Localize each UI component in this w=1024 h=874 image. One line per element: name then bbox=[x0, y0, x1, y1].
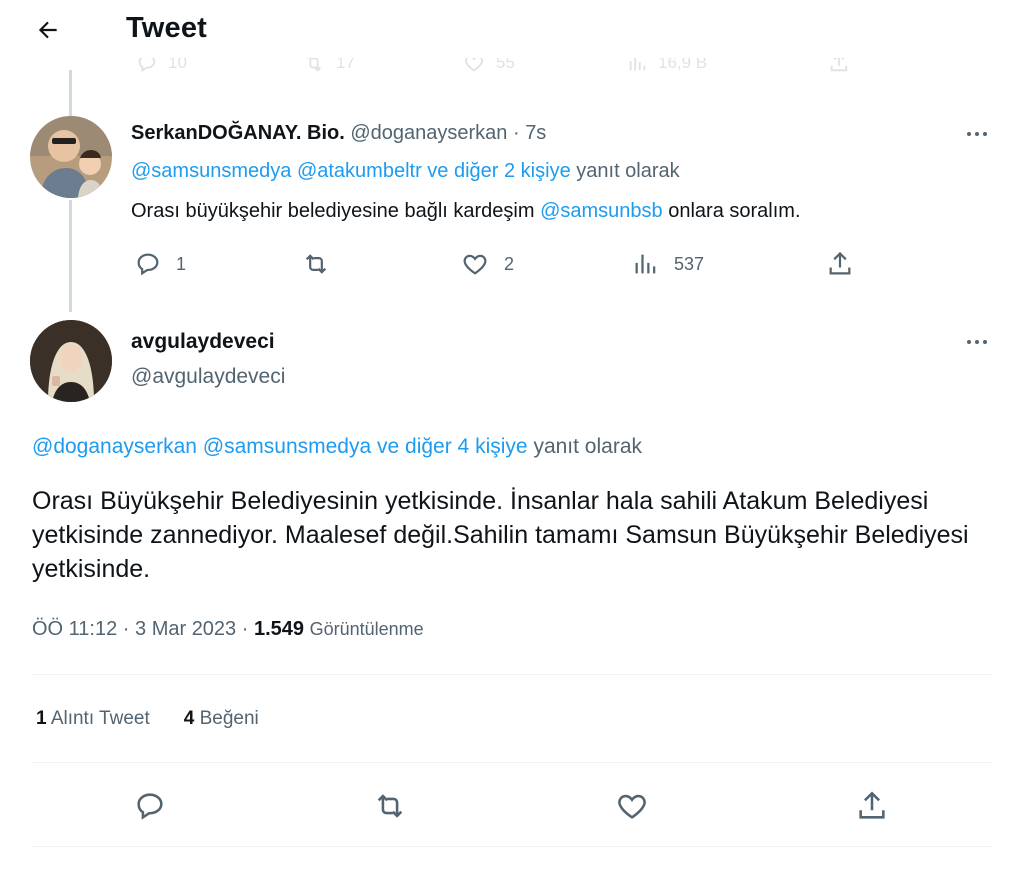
like-label: Beğeni bbox=[199, 708, 259, 729]
more-dot bbox=[983, 340, 987, 344]
tweet1-handle-time[interactable]: @doganayserkan · 7s bbox=[350, 122, 546, 144]
tweet1-views-count: 537 bbox=[674, 253, 705, 274]
avatar-avgulaydeveci[interactable] bbox=[30, 320, 112, 402]
share-icon bbox=[829, 251, 851, 275]
tweet1-more-button[interactable] bbox=[960, 122, 994, 146]
tweet1-text-after: onlara soralım. bbox=[662, 200, 801, 222]
divider bbox=[32, 846, 992, 847]
likes-stat[interactable]: 4 Beğeni bbox=[184, 708, 259, 730]
tweet1-retweet-button[interactable] bbox=[300, 250, 332, 278]
more-dots-icon bbox=[967, 340, 971, 344]
mention-link[interactable]: @atakumbeltr bbox=[297, 160, 422, 182]
others-link[interactable]: ve diğer 2 kişiye bbox=[427, 160, 570, 182]
tweet2-display-name[interactable]: avgulaydeveci bbox=[131, 330, 275, 354]
views-bars-icon bbox=[635, 254, 656, 274]
tweet2-reply-context: @doganayserkan @samsunsmedya ve diğer 4 … bbox=[32, 435, 642, 459]
divider bbox=[32, 674, 992, 675]
page-title: Tweet bbox=[126, 12, 208, 44]
mention-link[interactable]: @samsunsmedya bbox=[203, 435, 371, 458]
more-dots-icon bbox=[967, 132, 971, 136]
tweet2-views-count: 1.549 bbox=[253, 618, 305, 640]
top-bar: Tweet bbox=[0, 0, 1024, 58]
tweet2-like-button[interactable] bbox=[612, 786, 652, 826]
divider bbox=[32, 762, 992, 763]
tweet1-reply-context: @samsunsmedya @atakumbeltr ve diğer 2 ki… bbox=[131, 160, 680, 183]
more-dot bbox=[975, 132, 979, 136]
avatar-serkan[interactable] bbox=[30, 116, 112, 198]
back-button[interactable] bbox=[28, 10, 68, 50]
reply-bubble-icon bbox=[137, 793, 163, 820]
tweet1-reply-button[interactable]: 1 bbox=[134, 250, 186, 278]
tweet1-display-name[interactable]: SerkanDOĞANAY. Bio. bbox=[131, 122, 345, 144]
more-dot bbox=[975, 340, 979, 344]
reply-suffix: yanıt olarak bbox=[533, 435, 642, 458]
tweet1-text: Orası büyükşehir belediyesine bağlı kard… bbox=[131, 200, 801, 223]
tweet2-meta: ÖÖ 11:12 · 3 Mar 2023 · 1.549 Görüntülen… bbox=[32, 618, 424, 641]
reply-bubble-icon bbox=[137, 253, 159, 276]
tweet1-like-count: 2 bbox=[504, 253, 515, 274]
quote-tweets-stat[interactable]: 1 Alıntı Tweet bbox=[36, 708, 150, 730]
tweet2-more-button[interactable] bbox=[960, 330, 994, 354]
quote-label: Alıntı Tweet bbox=[50, 708, 150, 729]
tweet1-views-button[interactable]: 537 bbox=[632, 250, 704, 278]
tweet2-views-label: Görüntülenme bbox=[309, 619, 424, 639]
mention-link[interactable]: @samsunsmedya bbox=[131, 160, 291, 182]
retweet-icon bbox=[377, 794, 403, 818]
mention-link[interactable]: @doganayserkan bbox=[32, 435, 197, 458]
tweet1-like-button[interactable]: 2 bbox=[460, 250, 514, 278]
more-dot bbox=[983, 132, 987, 136]
tweet2-stats: 1 Alıntı Tweet 4 Beğeni bbox=[36, 708, 259, 730]
retweet-icon bbox=[305, 254, 327, 274]
tweet2-text: Orası Büyükşehir Belediyesinin yetkisind… bbox=[32, 487, 969, 583]
tweet2-share-button[interactable] bbox=[852, 786, 892, 826]
mention-link[interactable]: @samsunbsb bbox=[540, 200, 663, 222]
tweet2-handle[interactable]: @avgulaydeveci bbox=[131, 365, 285, 389]
tweet2-actions bbox=[0, 786, 1024, 826]
tweet1-actions: 1 2 537 bbox=[0, 250, 1024, 280]
tweet2-reply-button[interactable] bbox=[130, 786, 170, 826]
reply-suffix: yanıt olarak bbox=[576, 160, 680, 182]
like-count: 4 bbox=[183, 708, 195, 729]
tweet1-share-button[interactable] bbox=[826, 250, 854, 278]
tweet2-time[interactable]: ÖÖ 11:12 · 3 Mar 2023 · bbox=[32, 618, 254, 640]
others-link[interactable]: ve diğer 4 kişiye bbox=[377, 435, 528, 458]
tweet2-retweet-button[interactable] bbox=[370, 786, 410, 826]
tweet1-reply-count: 1 bbox=[176, 253, 187, 274]
heart-icon bbox=[618, 794, 646, 819]
arrow-left-icon bbox=[38, 21, 57, 39]
quote-count: 1 bbox=[36, 708, 47, 729]
share-icon bbox=[859, 791, 885, 819]
tweet1-text-before: Orası büyükşehir belediyesine bağlı kard… bbox=[131, 200, 541, 222]
tweet1-header: SerkanDOĞANAY. Bio. @doganayserkan · 7s bbox=[131, 122, 546, 145]
heart-icon bbox=[463, 254, 487, 275]
